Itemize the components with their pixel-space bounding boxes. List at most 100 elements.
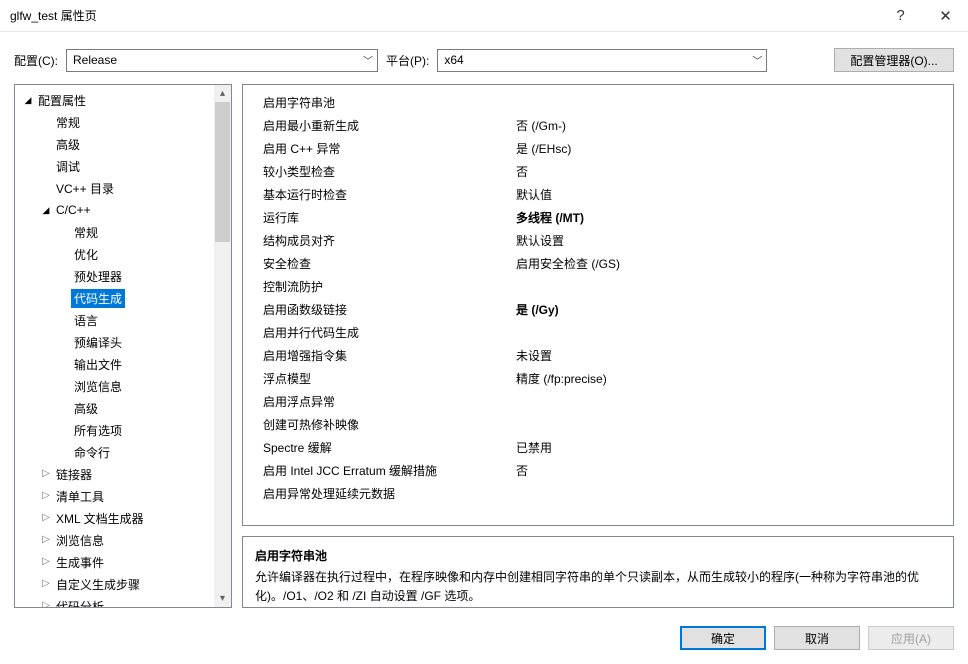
property-value[interactable]: 是 (/Gy) xyxy=(516,301,943,318)
property-row[interactable]: 基本运行时检查默认值 xyxy=(243,183,953,206)
property-row[interactable]: Spectre 缓解已禁用 xyxy=(243,436,953,459)
tree-item[interactable]: ◢配置属性 xyxy=(15,89,231,111)
tree-item[interactable]: ▷XML 文档生成器 xyxy=(15,507,231,529)
description-box: 启用字符串池 允许编译器在执行过程中，在程序映像和内存中创建相同字符串的单个只读… xyxy=(242,536,954,608)
property-name: 启用异常处理延续元数据 xyxy=(263,485,516,502)
tree-expand-icon[interactable]: ▷ xyxy=(39,601,53,607)
tree-item[interactable]: ▷语言 xyxy=(15,309,231,331)
tree-expand-icon[interactable]: ▷ xyxy=(39,469,53,479)
tree-item-label: 预处理器 xyxy=(71,267,125,286)
property-name: Spectre 缓解 xyxy=(263,439,516,456)
tree-item[interactable]: ◢C/C++ xyxy=(15,199,231,221)
property-row[interactable]: 运行库多线程 (/MT) xyxy=(243,206,953,229)
chevron-down-icon: ﹀ xyxy=(363,53,373,68)
property-name: 启用字符串池 xyxy=(263,94,516,111)
tree-item-label: 高级 xyxy=(53,135,83,154)
ok-button[interactable]: 确定 xyxy=(680,626,766,650)
property-value[interactable]: 否 (/Gm-) xyxy=(516,117,943,134)
property-value[interactable]: 精度 (/fp:precise) xyxy=(516,370,943,387)
platform-select[interactable]: x64 ﹀ xyxy=(437,49,767,72)
tree-item[interactable]: ▷常规 xyxy=(15,221,231,243)
property-value[interactable]: 默认设置 xyxy=(516,232,943,249)
tree-item-label: VC++ 目录 xyxy=(53,179,117,198)
apply-button[interactable]: 应用(A) xyxy=(868,626,954,650)
property-name: 浮点模型 xyxy=(263,370,516,387)
configuration-label: 配置(C): xyxy=(14,52,58,69)
tree-item-label: XML 文档生成器 xyxy=(53,509,147,528)
property-row[interactable]: 较小类型检查否 xyxy=(243,160,953,183)
help-button[interactable]: ? xyxy=(878,0,923,31)
property-row[interactable]: 启用浮点异常 xyxy=(243,390,953,413)
window-title: glfw_test 属性页 xyxy=(10,7,878,24)
property-row[interactable]: 安全检查启用安全检查 (/GS) xyxy=(243,252,953,275)
tree-item[interactable]: ▷常规 xyxy=(15,111,231,133)
description-text: 允许编译器在执行过程中，在程序映像和内存中创建相同字符串的单个只读副本，从而生成… xyxy=(255,568,941,606)
tree-item[interactable]: ▷所有选项 xyxy=(15,419,231,441)
property-row[interactable]: 启用函数级链接是 (/Gy) xyxy=(243,298,953,321)
tree-item[interactable]: ▷输出文件 xyxy=(15,353,231,375)
cancel-button[interactable]: 取消 xyxy=(774,626,860,650)
tree-item[interactable]: ▷VC++ 目录 xyxy=(15,177,231,199)
tree-item[interactable]: ▷浏览信息 xyxy=(15,529,231,551)
tree-item[interactable]: ▷生成事件 xyxy=(15,551,231,573)
tree-item-label: 输出文件 xyxy=(71,355,125,374)
tree-expand-icon[interactable]: ▷ xyxy=(39,535,53,545)
scroll-thumb[interactable] xyxy=(215,102,230,242)
property-row[interactable]: 启用最小重新生成否 (/Gm-) xyxy=(243,114,953,137)
property-value[interactable]: 启用安全检查 (/GS) xyxy=(516,255,943,272)
scroll-up-icon[interactable]: ▴ xyxy=(214,85,231,102)
property-name: 结构成员对齐 xyxy=(263,232,516,249)
property-row[interactable]: 启用字符串池 xyxy=(243,91,953,114)
property-row[interactable]: 启用异常处理延续元数据 xyxy=(243,482,953,505)
tree-item[interactable]: ▷自定义生成步骤 xyxy=(15,573,231,595)
tree-item[interactable]: ▷浏览信息 xyxy=(15,375,231,397)
tree-item-label: 语言 xyxy=(71,311,101,330)
close-button[interactable]: ✕ xyxy=(923,0,968,31)
tree-expand-icon[interactable]: ▷ xyxy=(39,579,53,589)
property-row[interactable]: 启用 C++ 异常是 (/EHsc) xyxy=(243,137,953,160)
scroll-down-icon[interactable]: ▾ xyxy=(214,590,231,607)
property-name: 启用浮点异常 xyxy=(263,393,516,410)
tree-item[interactable]: ▷优化 xyxy=(15,243,231,265)
tree-item-label: 常规 xyxy=(53,113,83,132)
platform-value: x64 xyxy=(444,53,463,67)
tree-item[interactable]: ▷代码生成 xyxy=(15,287,231,309)
tree-collapse-icon[interactable]: ◢ xyxy=(21,96,35,105)
property-row[interactable]: 控制流防护 xyxy=(243,275,953,298)
tree-expand-icon[interactable]: ▷ xyxy=(39,557,53,567)
configuration-manager-button[interactable]: 配置管理器(O)... xyxy=(834,48,954,72)
tree-item[interactable]: ▷代码分析 xyxy=(15,595,231,607)
tree-item[interactable]: ▷命令行 xyxy=(15,441,231,463)
property-name: 控制流防护 xyxy=(263,278,516,295)
property-row[interactable]: 启用 Intel JCC Erratum 缓解措施否 xyxy=(243,459,953,482)
tree-item[interactable]: ▷调试 xyxy=(15,155,231,177)
tree-item[interactable]: ▷预编译头 xyxy=(15,331,231,353)
configuration-select[interactable]: Release ﹀ xyxy=(66,49,378,72)
property-row[interactable]: 启用增强指令集未设置 xyxy=(243,344,953,367)
property-value[interactable]: 默认值 xyxy=(516,186,943,203)
property-name: 运行库 xyxy=(263,209,516,226)
property-row[interactable]: 创建可热修补映像 xyxy=(243,413,953,436)
tree-item[interactable]: ▷预处理器 xyxy=(15,265,231,287)
property-row[interactable]: 浮点模型精度 (/fp:precise) xyxy=(243,367,953,390)
property-value[interactable]: 多线程 (/MT) xyxy=(516,209,943,226)
tree-item-label: 优化 xyxy=(71,245,101,264)
tree-expand-icon[interactable]: ▷ xyxy=(39,491,53,501)
tree-expand-icon[interactable]: ▷ xyxy=(39,513,53,523)
tree-collapse-icon[interactable]: ◢ xyxy=(39,206,53,215)
tree-scrollbar[interactable]: ▴ ▾ xyxy=(214,85,231,607)
property-value[interactable]: 是 (/EHsc) xyxy=(516,140,943,157)
config-toolbar: 配置(C): Release ﹀ 平台(P): x64 ﹀ 配置管理器(O)..… xyxy=(0,32,968,84)
property-value[interactable]: 否 xyxy=(516,163,943,180)
property-value[interactable]: 未设置 xyxy=(516,347,943,364)
property-panel: 启用字符串池启用最小重新生成否 (/Gm-)启用 C++ 异常是 (/EHsc)… xyxy=(242,84,954,608)
property-row[interactable]: 结构成员对齐默认设置 xyxy=(243,229,953,252)
property-row[interactable]: 启用并行代码生成 xyxy=(243,321,953,344)
property-value[interactable]: 否 xyxy=(516,462,943,479)
tree-item[interactable]: ▷高级 xyxy=(15,397,231,419)
tree-item-label: C/C++ xyxy=(53,202,94,218)
tree-item[interactable]: ▷高级 xyxy=(15,133,231,155)
tree-item[interactable]: ▷清单工具 xyxy=(15,485,231,507)
tree-item[interactable]: ▷链接器 xyxy=(15,463,231,485)
property-value[interactable]: 已禁用 xyxy=(516,439,943,456)
